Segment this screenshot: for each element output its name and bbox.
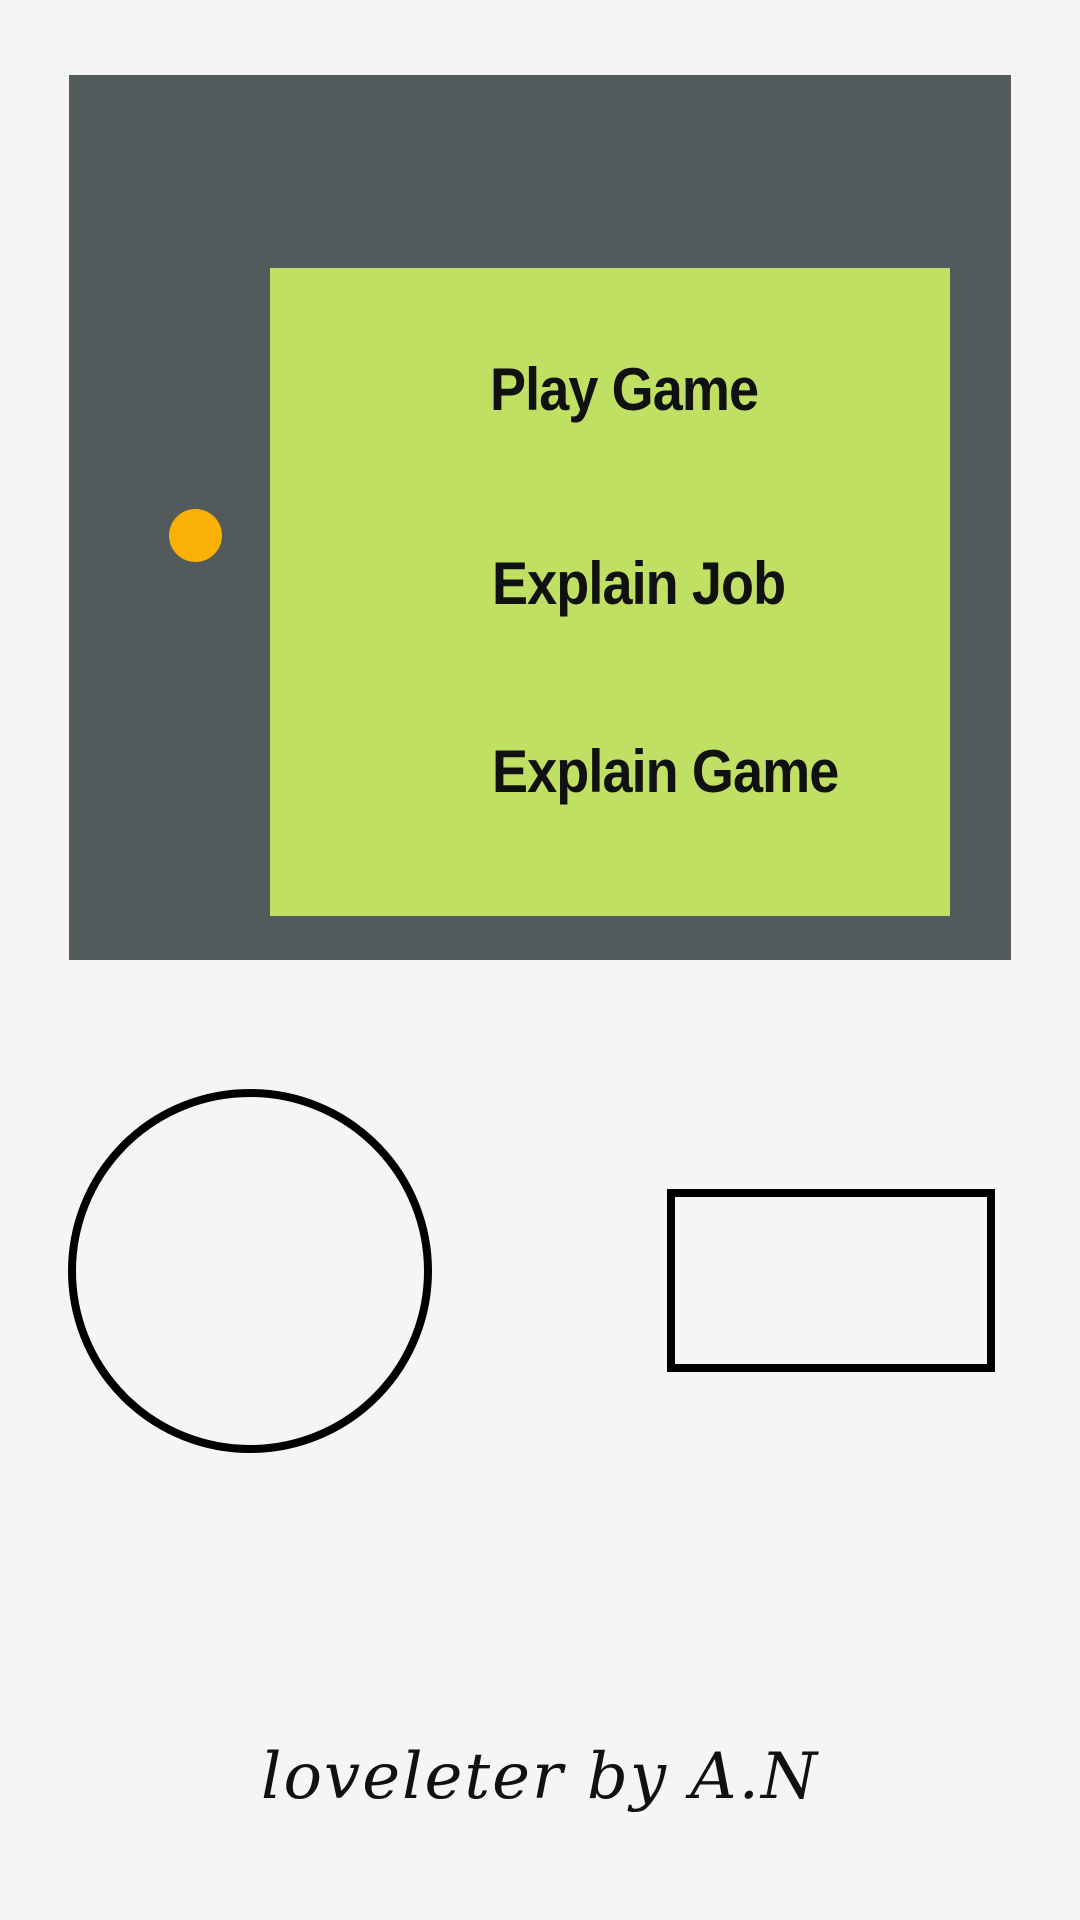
console-frame: Play Game Explain Job Explain Game — [69, 75, 1011, 960]
game-screen: Play Game Explain Job Explain Game — [270, 268, 950, 916]
menu-item-explain-job[interactable]: Explain Job — [492, 554, 786, 614]
power-led — [169, 509, 222, 562]
round-control-button[interactable] — [68, 1089, 432, 1453]
menu-item-play-game[interactable]: Play Game — [490, 360, 759, 420]
rectangular-action-button[interactable] — [667, 1189, 995, 1372]
menu-item-explain-game[interactable]: Explain Game — [492, 742, 839, 802]
signature-text: loveleter by A.N — [261, 1740, 819, 1814]
